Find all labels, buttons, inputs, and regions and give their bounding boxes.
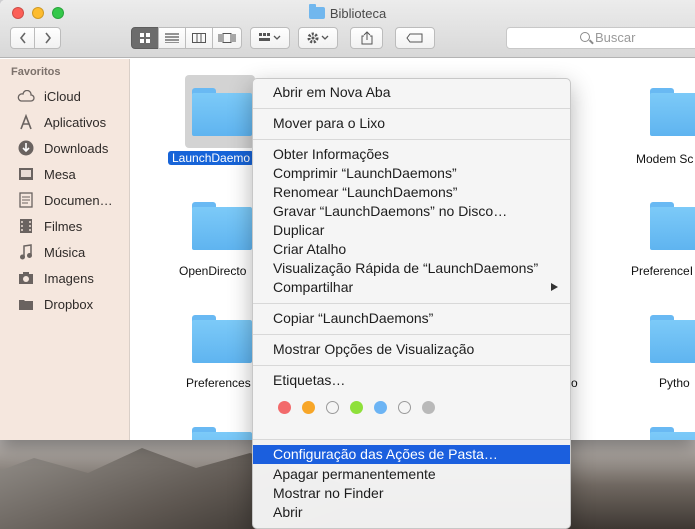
menu-item-mover-lixo[interactable]: Mover para o Lixo <box>253 114 570 133</box>
sidebar: Favoritos iCloud Aplicativos Downloads M… <box>0 59 130 440</box>
file-name[interactable]: Pytho <box>659 376 690 390</box>
titlebar: Biblioteca Buscar <box>0 0 695 58</box>
gear-icon <box>307 32 329 44</box>
menu-item-abrir-nova-aba[interactable]: Abrir em Nova Aba <box>253 83 570 102</box>
menu-separator <box>253 303 570 304</box>
submenu-arrow-icon <box>551 283 558 291</box>
tag-green-dot[interactable] <box>350 401 363 414</box>
sidebar-item-imagens[interactable]: Imagens <box>17 267 94 289</box>
file-name[interactable]: Preferences <box>186 376 251 390</box>
tag-blue-dot[interactable] <box>374 401 387 414</box>
icon-view-button[interactable] <box>131 27 159 49</box>
menu-item-criar-atalho[interactable]: Criar Atalho <box>253 240 570 259</box>
coverflow-icon <box>218 33 236 43</box>
back-icon <box>19 32 26 44</box>
menu-item-compartilhar[interactable]: Compartilhar <box>253 278 570 297</box>
grid-icon <box>140 33 150 43</box>
menu-separator <box>253 365 570 366</box>
menu-item-duplicar[interactable]: Duplicar <box>253 221 570 240</box>
cloud-icon <box>17 88 35 104</box>
context-menu: Abrir em Nova Aba Mover para o Lixo Obte… <box>252 78 571 529</box>
tag-icon <box>406 33 423 43</box>
sidebar-item-downloads[interactable]: Downloads <box>17 137 108 159</box>
search-icon <box>580 32 590 42</box>
menu-item-renomear[interactable]: Renomear “LaunchDaemons” <box>253 183 570 202</box>
sidebar-item-aplicativos[interactable]: Aplicativos <box>17 111 106 133</box>
sidebar-item-icloud[interactable]: iCloud <box>17 85 81 107</box>
arrange-button[interactable] <box>250 27 290 49</box>
menu-item-configuracao-acoes-pasta[interactable]: Configuração das Ações de Pasta… <box>253 445 570 464</box>
sidebar-item-mesa[interactable]: Mesa <box>17 163 76 185</box>
menu-item-obter-informacoes[interactable]: Obter Informações <box>253 145 570 164</box>
folder-icon[interactable] <box>650 427 695 440</box>
forward-button[interactable] <box>34 27 61 49</box>
forward-icon <box>44 32 51 44</box>
action-button[interactable] <box>298 27 338 49</box>
tag-red-dot[interactable] <box>278 401 291 414</box>
sidebar-item-dropbox[interactable]: Dropbox <box>17 293 93 315</box>
downloads-icon <box>17 140 35 156</box>
menu-separator <box>253 439 570 440</box>
columns-icon <box>192 33 206 43</box>
tags-button[interactable] <box>395 27 435 49</box>
share-button[interactable] <box>350 27 383 49</box>
folder-icon[interactable] <box>650 202 695 250</box>
tag-gray-dot[interactable] <box>422 401 435 414</box>
pictures-icon <box>17 270 35 286</box>
folder-icon[interactable] <box>650 315 695 363</box>
file-name[interactable]: OpenDirecto <box>179 264 246 278</box>
search-field[interactable]: Buscar <box>506 27 695 49</box>
list-view-button[interactable] <box>158 27 186 49</box>
sidebar-item-musica[interactable]: Música <box>17 241 85 263</box>
list-icon <box>165 33 179 43</box>
view-mode-segmented <box>131 27 242 49</box>
column-view-button[interactable] <box>185 27 213 49</box>
share-icon <box>361 31 372 45</box>
menu-item-etiquetas[interactable]: Etiquetas… <box>253 371 570 390</box>
applications-icon <box>17 114 35 130</box>
menu-item-copiar[interactable]: Copiar “LaunchDaemons” <box>253 309 570 328</box>
file-name[interactable]: Modem Sc <box>636 152 693 166</box>
menu-separator <box>253 334 570 335</box>
tag-empty-dot[interactable] <box>326 401 339 414</box>
folder-icon[interactable] <box>192 315 252 363</box>
file-name[interactable]: PreferenceI <box>631 264 693 278</box>
folder-icon <box>308 4 325 19</box>
menu-item-mostrar-finder[interactable]: Mostrar no Finder <box>253 484 570 503</box>
music-icon <box>17 244 35 260</box>
menu-separator <box>253 139 570 140</box>
folder-icon[interactable] <box>192 202 252 250</box>
movies-icon <box>17 218 35 234</box>
desktop-icon <box>17 166 35 182</box>
menu-item-apagar-permanentemente[interactable]: Apagar permanentemente <box>253 465 570 484</box>
sidebar-item-filmes[interactable]: Filmes <box>17 215 82 237</box>
folder-icon <box>17 296 35 312</box>
arrange-icon <box>259 33 281 41</box>
file-name-selected[interactable]: LaunchDaemo <box>168 151 255 165</box>
folder-icon[interactable] <box>650 88 695 136</box>
folder-icon[interactable] <box>192 427 252 440</box>
folder-icon[interactable] <box>192 88 252 136</box>
tag-orange-dot[interactable] <box>302 401 315 414</box>
coverflow-view-button[interactable] <box>212 27 242 49</box>
menu-item-mostrar-opcoes-visualizacao[interactable]: Mostrar Opções de Visualização <box>253 340 570 359</box>
menu-separator <box>253 108 570 109</box>
sidebar-header: Favoritos <box>11 66 61 78</box>
menu-item-abrir[interactable]: Abrir <box>253 503 570 522</box>
file-name[interactable]: o <box>571 376 578 390</box>
menu-item-comprimir[interactable]: Comprimir “LaunchDaemons” <box>253 164 570 183</box>
window-title: Biblioteca <box>0 4 695 21</box>
tag-empty-dot[interactable] <box>398 401 411 414</box>
documents-icon <box>17 192 35 208</box>
back-button[interactable] <box>10 27 35 49</box>
sidebar-item-documentos[interactable]: Documen… <box>17 189 113 211</box>
menu-item-gravar-disco[interactable]: Gravar “LaunchDaemons” no Disco… <box>253 202 570 221</box>
menu-item-visualizacao-rapida[interactable]: Visualização Rápida de “LaunchDaemons” <box>253 259 570 278</box>
